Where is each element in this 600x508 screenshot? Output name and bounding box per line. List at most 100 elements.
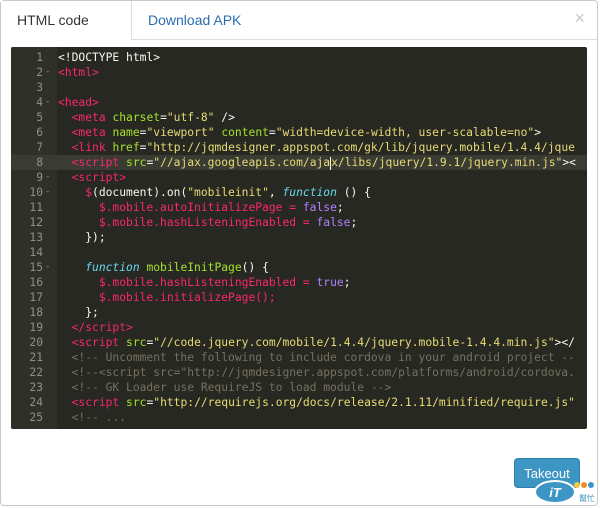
code-line[interactable]: 14 <box>11 245 587 260</box>
code-token: /> <box>214 111 235 124</box>
code-token: head <box>64 96 93 109</box>
code-line[interactable]: 10- $(document).on("mobileinit", functio… <box>11 185 587 200</box>
code-token: link <box>78 141 106 154</box>
logo-subtext: 幫忙 <box>579 493 595 503</box>
line-number: 17 <box>29 291 43 304</box>
code-line[interactable]: 19 </script> <box>11 320 587 335</box>
line-code: <!DOCTYPE html> <box>58 50 160 65</box>
code-token: = <box>296 276 317 289</box>
code-token: <!-- GK Loader use RequireJS to load mod… <box>71 381 392 394</box>
code-token: <!-- ... <box>71 411 127 424</box>
fold-icon[interactable]: - <box>45 260 50 275</box>
code-token: mobileInitPage <box>139 261 242 274</box>
line-code: <script src="//code.jquery.com/mobile/1.… <box>71 336 575 349</box>
code-line[interactable]: 12 $.mobile.hashListeningEnabled = false… <box>11 215 587 230</box>
fold-icon[interactable]: - <box>45 95 50 110</box>
code-token: x/libs/jquery/1.9.1/jquery.min.js" <box>331 156 563 169</box>
code-token: (document).on( <box>92 186 188 199</box>
code-token: $.mobile.hashListeningEnabled <box>98 216 297 229</box>
line-code: }; <box>58 305 99 320</box>
ithome-logo: iT 幫忙 <box>534 480 595 504</box>
code-token: "http://requirejs.org/docs/release/2.1.1… <box>153 396 575 409</box>
logo-text: iT <box>549 485 562 500</box>
line-code: }); <box>58 230 106 245</box>
code-token: meta <box>78 111 106 124</box>
line-code: <head> <box>58 95 99 110</box>
code-token: html <box>64 66 93 79</box>
line-number: 8 <box>36 156 43 169</box>
close-icon[interactable]: × <box>574 9 585 27</box>
code-token: script <box>78 396 120 409</box>
code-line[interactable]: 13 }); <box>11 230 587 245</box>
code-token: function <box>85 261 140 274</box>
code-token: content <box>221 126 269 139</box>
fold-icon[interactable]: - <box>45 65 50 80</box>
code-line[interactable]: 9- <script> <box>11 170 587 185</box>
code-line[interactable]: 21 <!-- Uncomment the following to inclu… <box>11 350 587 365</box>
code-line[interactable]: 6 <meta name="viewport" content="width=d… <box>11 125 587 140</box>
code-line[interactable]: 15- function mobileInitPage() { <box>11 260 587 275</box>
code-line[interactable]: 24 <script src="http://requirejs.org/doc… <box>11 395 587 410</box>
code-token: ></ <box>554 336 575 349</box>
code-token: () { <box>336 186 371 199</box>
code-token: $.mobile.autoInitializePage <box>98 201 283 214</box>
line-code: <script src="//ajax.googleapis.com/ajax/… <box>71 156 576 170</box>
line-code: $.mobile.hashListeningEnabled = true; <box>58 275 351 290</box>
code-line[interactable]: 23 <!-- GK Loader use RequireJS to load … <box>11 380 587 395</box>
line-code: <script> <box>71 171 127 184</box>
tab-download-apk[interactable]: Download APK <box>132 1 257 39</box>
code-line[interactable]: 22 <!--<script src="http://jqmdesigner.a… <box>11 365 587 380</box>
code-line[interactable]: 17 $.mobile.initializePage(); <box>11 290 587 305</box>
code-line[interactable]: 11 $.mobile.autoInitializePage = false; <box>11 200 587 215</box>
fold-icon[interactable]: - <box>45 185 50 200</box>
code-token: () { <box>241 261 269 274</box>
line-number: 16 <box>29 276 43 289</box>
line-code: <!-- ... <box>58 410 126 425</box>
code-token: > <box>92 96 99 109</box>
line-code: <!-- GK Loader use RequireJS to load mod… <box>58 380 392 395</box>
code-line[interactable]: 8 <script src="//ajax.googleapis.com/aja… <box>11 155 587 170</box>
code-line[interactable]: 1 <!DOCTYPE html> <box>11 50 587 65</box>
code-token: "utf-8" <box>166 111 215 124</box>
line-number: 18 <box>29 306 43 319</box>
line-code: <!--<script src="http://jqmdesigner.apps… <box>58 365 575 380</box>
line-number: 1 <box>36 51 43 64</box>
code-token: }; <box>85 306 99 319</box>
code-line[interactable]: 25 <!-- ... <box>11 410 587 425</box>
line-number: 12 <box>29 216 43 229</box>
code-line[interactable]: 16 $.mobile.hashListeningEnabled = true; <box>11 275 587 290</box>
line-number: 23 <box>29 381 43 394</box>
code-line[interactable]: 7 <link href="http://jqmdesigner.appspot… <box>11 140 587 155</box>
code-line[interactable]: 3 <box>11 80 587 95</box>
code-line[interactable]: 18 }; <box>11 305 587 320</box>
code-token: = <box>282 201 303 214</box>
code-token: src <box>126 396 147 409</box>
line-number: 6 <box>36 126 43 139</box>
code-token: "mobileinit" <box>187 186 269 199</box>
line-code: <!-- Uncomment the following to include … <box>58 350 575 365</box>
tab-html-code-export[interactable]: HTML code export <box>1 1 132 66</box>
line-code: $.mobile.hashListeningEnabled = false; <box>58 215 357 230</box>
line-number: 21 <box>29 351 43 364</box>
code-line[interactable]: 4- <head> <box>11 95 587 110</box>
code-line[interactable]: 2- <html> <box>11 65 587 80</box>
code-editor[interactable]: 1 <!DOCTYPE html> 2- <html> 3 4- <head> 5 <meta… <box>11 47 587 429</box>
line-number: 14 <box>29 246 43 259</box>
code-token: "//code.jquery.com/mobile/1.4.4/jquery.m… <box>153 336 555 349</box>
code-token: ; <box>343 276 351 289</box>
code-line[interactable]: 20 <script src="//code.jquery.com/mobile… <box>11 335 587 350</box>
code-token: > <box>92 66 99 79</box>
line-number: 2 <box>36 66 43 79</box>
code-token: script <box>78 156 120 169</box>
code-token: "width=device-width, user-scalable=no" <box>275 126 535 139</box>
line-number: 25 <box>29 411 43 424</box>
code-token: < <box>58 66 65 79</box>
fold-icon[interactable]: - <box>45 170 50 185</box>
export-dialog: HTML code export Download APK × 1 <!DOCTY… <box>0 0 598 506</box>
line-code: <script src="http://requirejs.org/docs/r… <box>71 396 575 409</box>
code-token: }); <box>85 231 106 244</box>
code-token: script <box>85 321 127 334</box>
code-token: $.mobile.hashListeningEnabled <box>98 276 297 289</box>
code-line[interactable]: 5 <meta charset="utf-8" /> <box>11 110 587 125</box>
code-token: charset <box>112 111 161 124</box>
